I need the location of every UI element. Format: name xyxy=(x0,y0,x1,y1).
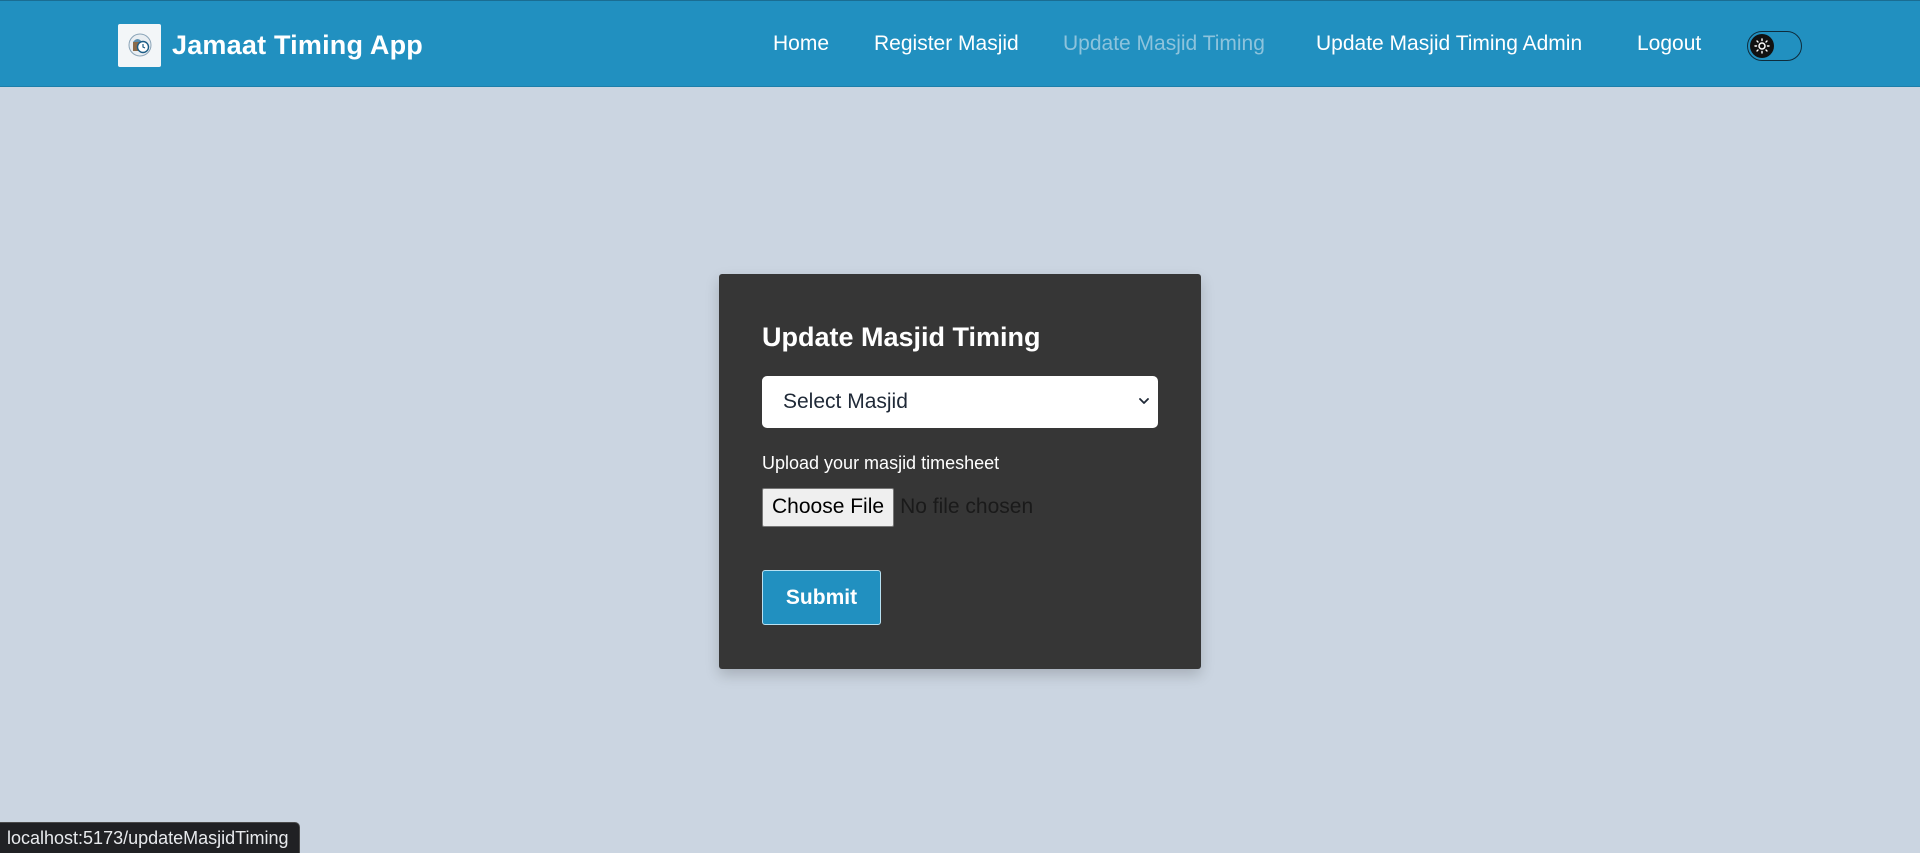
nav-logout[interactable]: Logout xyxy=(1637,32,1701,56)
file-status: No file chosen xyxy=(900,495,1034,518)
navbar: Jamaat Timing App Home Register Masjid U… xyxy=(0,0,1920,87)
upload-label: Upload your masjid timesheet xyxy=(762,453,1000,473)
theme-toggle[interactable] xyxy=(1747,31,1802,61)
browser-status-url: localhost:5173/updateMasjidTiming xyxy=(0,822,300,853)
sun-icon xyxy=(1750,34,1774,58)
masjid-select[interactable]: Select Masjid xyxy=(762,376,1158,428)
form-title: Update Masjid Timing xyxy=(762,322,1041,352)
nav-update-masjid-timing[interactable]: Update Masjid Timing xyxy=(1063,32,1265,56)
choose-file-button[interactable]: Choose File xyxy=(762,487,895,527)
file-input[interactable]: Choose File No file chosen xyxy=(762,487,1033,527)
chevron-down-icon xyxy=(1139,398,1149,404)
masjid-select-value: Select Masjid xyxy=(783,390,908,413)
submit-button[interactable]: Submit xyxy=(762,570,881,625)
nav-register-masjid[interactable]: Register Masjid xyxy=(874,32,1019,56)
nav-home[interactable]: Home xyxy=(773,32,829,56)
update-timing-card: Update Masjid Timing Select Masjid Uploa… xyxy=(719,274,1201,669)
nav-links: Home Register Masjid Update Masjid Timin… xyxy=(0,1,1920,88)
nav-update-masjid-timing-admin[interactable]: Update Masjid Timing Admin xyxy=(1316,32,1582,56)
